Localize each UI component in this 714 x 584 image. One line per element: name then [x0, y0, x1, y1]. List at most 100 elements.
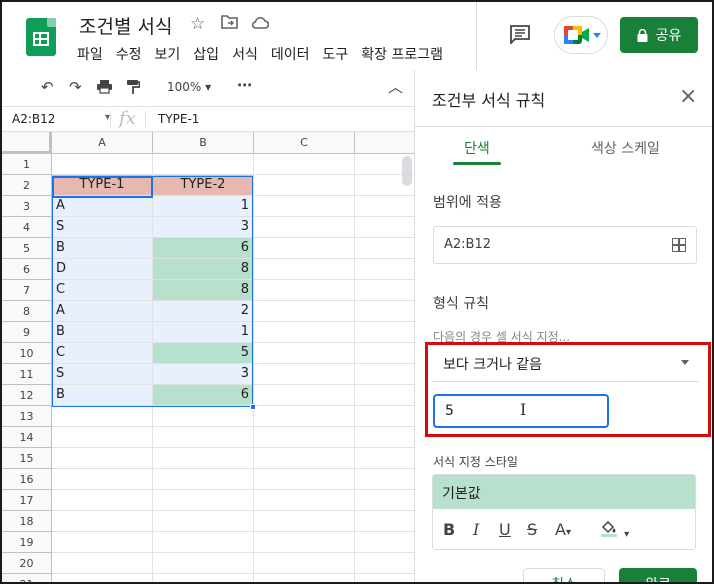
menu-data[interactable]: 데이터 — [271, 44, 310, 64]
select-range-icon[interactable] — [672, 238, 686, 252]
row-header[interactable]: 19 — [2, 532, 52, 553]
table-cell[interactable] — [254, 574, 355, 582]
row-header[interactable]: 20 — [2, 553, 52, 574]
row-header[interactable]: 9 — [2, 322, 52, 343]
table-cell[interactable] — [153, 490, 254, 511]
column-header-empty[interactable] — [355, 132, 414, 154]
underline-icon[interactable]: U — [499, 520, 511, 539]
row-header[interactable]: 3 — [2, 196, 52, 217]
table-cell[interactable] — [254, 448, 355, 469]
menu-file[interactable]: 파일 — [77, 44, 103, 64]
table-cell[interactable] — [52, 448, 153, 469]
table-cell[interactable] — [153, 427, 254, 448]
table-cell[interactable] — [355, 448, 414, 469]
style-preview[interactable]: 기본값 — [433, 475, 695, 509]
table-cell[interactable] — [153, 553, 254, 574]
table-cell[interactable] — [52, 532, 153, 553]
table-cell[interactable] — [52, 469, 153, 490]
table-cell[interactable] — [254, 343, 355, 364]
row-header[interactable]: 14 — [2, 427, 52, 448]
undo-icon[interactable]: ↶ — [41, 78, 54, 96]
strikethrough-icon[interactable]: S — [527, 520, 537, 539]
row-header[interactable]: 4 — [2, 217, 52, 238]
menu-extensions[interactable]: 확장 프로그램 — [361, 44, 443, 64]
table-cell[interactable] — [355, 301, 414, 322]
column-header-a[interactable]: A — [52, 132, 153, 154]
table-cell[interactable]: A — [52, 301, 153, 322]
table-cell[interactable] — [254, 238, 355, 259]
sheets-logo-icon[interactable] — [26, 18, 56, 56]
table-cell[interactable]: 6 — [153, 385, 254, 406]
table-cell[interactable]: 8 — [153, 259, 254, 280]
row-header[interactable]: 15 — [2, 448, 52, 469]
table-cell[interactable] — [153, 532, 254, 553]
table-cell[interactable] — [254, 259, 355, 280]
table-cell[interactable] — [254, 217, 355, 238]
redo-icon[interactable]: ↷ — [69, 78, 82, 96]
meet-button[interactable] — [554, 16, 608, 54]
table-cell[interactable] — [254, 364, 355, 385]
row-header[interactable]: 12 — [2, 385, 52, 406]
row-header[interactable]: 13 — [2, 406, 52, 427]
table-cell[interactable]: 5 — [153, 343, 254, 364]
bold-icon[interactable]: B — [443, 520, 455, 539]
table-cell[interactable]: 8 — [153, 280, 254, 301]
table-cell[interactable]: TYPE-1 — [52, 175, 153, 196]
row-header[interactable]: 6 — [2, 259, 52, 280]
table-cell[interactable] — [355, 553, 414, 574]
table-cell[interactable]: TYPE-2 — [153, 175, 254, 196]
table-cell[interactable] — [355, 511, 414, 532]
table-cell[interactable] — [355, 469, 414, 490]
table-cell[interactable] — [355, 259, 414, 280]
table-cell[interactable]: 6 — [153, 238, 254, 259]
tab-single-color[interactable]: 단색 — [464, 138, 490, 158]
row-header[interactable]: 7 — [2, 280, 52, 301]
table-cell[interactable] — [52, 406, 153, 427]
row-header[interactable]: 5 — [2, 238, 52, 259]
table-cell[interactable] — [254, 175, 355, 196]
collapse-menus-icon[interactable]: ︿ — [388, 76, 403, 97]
formula-input[interactable]: TYPE-1 — [158, 112, 199, 126]
column-header-c[interactable]: C — [254, 132, 355, 154]
table-cell[interactable]: B — [52, 238, 153, 259]
table-cell[interactable] — [254, 301, 355, 322]
table-cell[interactable] — [52, 553, 153, 574]
italic-icon[interactable]: I — [473, 520, 479, 539]
row-header[interactable]: 8 — [2, 301, 52, 322]
table-cell[interactable]: A — [52, 196, 153, 217]
more-options-icon[interactable]: ⋯ — [237, 76, 252, 94]
table-cell[interactable]: C — [52, 280, 153, 301]
table-cell[interactable]: 3 — [153, 217, 254, 238]
menu-insert[interactable]: 삽입 — [193, 44, 219, 64]
table-cell[interactable] — [254, 154, 355, 175]
spreadsheet-grid[interactable]: A B C 123456789101112131415161718192021 … — [2, 132, 414, 582]
table-cell[interactable] — [355, 343, 414, 364]
comment-icon[interactable] — [509, 24, 531, 46]
table-cell[interactable] — [254, 196, 355, 217]
select-all-corner[interactable] — [2, 132, 52, 154]
table-cell[interactable] — [355, 322, 414, 343]
apply-range-input[interactable]: A2:B12 — [433, 226, 697, 264]
table-cell[interactable] — [355, 280, 414, 301]
table-cell[interactable]: 3 — [153, 364, 254, 385]
row-header[interactable]: 10 — [2, 343, 52, 364]
table-cell[interactable] — [355, 532, 414, 553]
table-cell[interactable] — [254, 553, 355, 574]
star-icon[interactable]: ☆ — [190, 14, 205, 34]
table-cell[interactable] — [355, 196, 414, 217]
table-cell[interactable]: S — [52, 364, 153, 385]
menu-format[interactable]: 서식 — [232, 44, 258, 64]
table-cell[interactable] — [153, 448, 254, 469]
row-header[interactable]: 16 — [2, 469, 52, 490]
table-cell[interactable] — [355, 490, 414, 511]
table-cell[interactable] — [52, 574, 153, 582]
table-cell[interactable]: C — [52, 343, 153, 364]
table-cell[interactable] — [254, 322, 355, 343]
table-cell[interactable] — [254, 511, 355, 532]
paint-format-icon[interactable] — [126, 79, 141, 99]
move-folder-icon[interactable] — [221, 14, 238, 34]
tab-color-scale[interactable]: 색상 스케일 — [591, 138, 660, 158]
text-color-icon[interactable]: A▾ — [555, 520, 571, 539]
table-cell[interactable] — [355, 238, 414, 259]
name-box[interactable]: A2:B12 — [12, 112, 55, 126]
